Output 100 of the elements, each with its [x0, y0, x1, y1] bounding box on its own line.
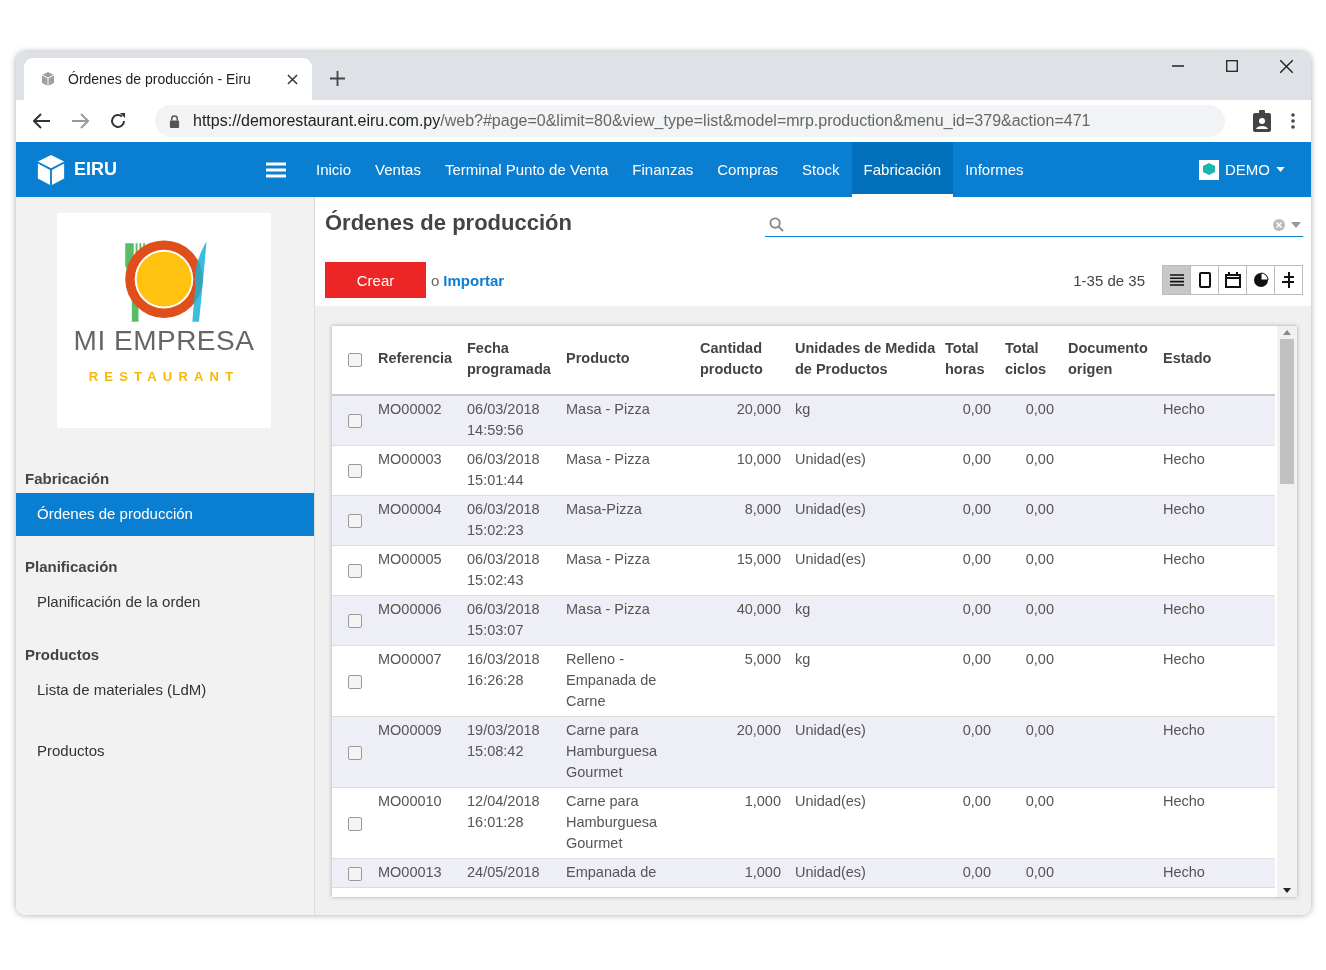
- table-cell: Relleno - Empanada de Carne: [566, 645, 700, 717]
- table-cell: kg: [795, 395, 945, 446]
- table-cell: 0,00: [1005, 445, 1068, 496]
- browser-tab[interactable]: Órdenes de producción - Eiru: [24, 58, 312, 100]
- table-cell: MO00007: [378, 645, 467, 717]
- table-cell: 1,000: [700, 787, 795, 859]
- table-cell: 06/03/2018 15:01:44: [467, 445, 566, 496]
- table-cell: Carne para Hamburguesa Gourmet: [566, 716, 700, 788]
- gantt-icon: [1281, 272, 1296, 288]
- sidebar-item[interactable]: Planificación de la orden: [16, 581, 314, 624]
- sidebar-item[interactable]: Productos: [16, 730, 314, 773]
- row-checkbox[interactable]: [348, 614, 362, 629]
- table-cell: Hecho: [1163, 716, 1275, 788]
- scrollbar[interactable]: [1277, 326, 1297, 897]
- user-menu[interactable]: DEMO: [1199, 142, 1311, 197]
- row-checkbox[interactable]: [348, 464, 362, 479]
- table-cell: 19/03/2018 15:08:42: [467, 716, 566, 788]
- maximize-icon[interactable]: [1226, 60, 1238, 72]
- back-arrow-icon[interactable]: [33, 113, 51, 129]
- table-cell: 15,000: [700, 545, 795, 596]
- calendar-view-button[interactable]: [1218, 265, 1247, 295]
- table-cell: 0,00: [945, 445, 1005, 496]
- table-cell: Empanada de: [566, 858, 700, 888]
- nav-item[interactable]: Compras: [705, 142, 791, 197]
- lock-icon: [169, 114, 180, 128]
- table-cell: 0,00: [945, 858, 1005, 888]
- table-cell: 0,00: [1005, 495, 1068, 546]
- sidebar-item[interactable]: Lista de materiales (LdM): [16, 669, 314, 712]
- row-checkbox[interactable]: [348, 816, 362, 831]
- table-cell: Masa-Pizza: [566, 495, 700, 546]
- close-icon[interactable]: [287, 73, 298, 85]
- scroll-down-icon[interactable]: [1283, 888, 1291, 893]
- select-all-checkbox[interactable]: [348, 353, 362, 368]
- table-cell: 20,000: [700, 716, 795, 788]
- kebab-menu-icon[interactable]: [1291, 113, 1295, 129]
- section-heading: Planificación: [24, 557, 119, 577]
- address-bar[interactable]: https://demorestaurant.eiru.com.py/web?#page=0&limit=80&view_type=list&model=mrp.production&menu_id=379&action=471: [155, 105, 1225, 137]
- dropdown-caret-icon[interactable]: [1291, 221, 1301, 228]
- nav-item[interactable]: Terminal Punto de Venta: [432, 142, 621, 197]
- nav-item[interactable]: Ventas: [363, 142, 433, 197]
- list-view-button[interactable]: [1162, 265, 1191, 295]
- table-cell: MO00006: [378, 595, 467, 646]
- search-icon: [769, 217, 784, 232]
- reload-icon[interactable]: [109, 112, 127, 130]
- table-cell: Masa - Pizza: [566, 445, 700, 496]
- company-tagline: RESTAURANT: [88, 369, 240, 384]
- menu-icon[interactable]: [266, 161, 286, 178]
- table-cell: Unidad(es): [795, 716, 945, 788]
- nav-item[interactable]: Finanzas: [620, 142, 706, 197]
- company-name: MI EMPRESA: [73, 325, 255, 357]
- row-checkbox[interactable]: [348, 674, 362, 689]
- nav-item[interactable]: Informes: [953, 142, 1036, 197]
- plus-icon[interactable]: [330, 71, 345, 86]
- table-cell: kg: [795, 595, 945, 646]
- scroll-up-icon[interactable]: [1283, 330, 1291, 335]
- scrollbar-thumb[interactable]: [1280, 339, 1294, 484]
- sidebar-item[interactable]: Órdenes de producción: [16, 493, 314, 536]
- row-checkbox[interactable]: [348, 564, 362, 579]
- row-checkbox[interactable]: [348, 745, 362, 760]
- avatar-icon: [1199, 159, 1219, 180]
- table-cell: 0,00: [945, 716, 1005, 788]
- table-cell: Masa - Pizza: [566, 545, 700, 596]
- table-cell: Hecho: [1163, 595, 1275, 646]
- brand-name: EIRU: [74, 159, 117, 180]
- row-checkbox[interactable]: [348, 514, 362, 529]
- close-icon[interactable]: [1280, 60, 1293, 73]
- calendar-icon: [1224, 272, 1241, 288]
- forward-arrow-icon[interactable]: [71, 113, 89, 129]
- caret-icon: [1276, 167, 1285, 172]
- url-text: https://demorestaurant.eiru.com.py/web?#page=0&limit=80&view_type=list&model=mrp.production&menu_id=379&action=471: [193, 112, 1091, 130]
- graph-view-button[interactable]: [1246, 265, 1275, 295]
- form-view-button[interactable]: [1190, 265, 1219, 295]
- create-button[interactable]: Crear: [325, 262, 426, 298]
- table-cell: MO00004: [378, 495, 467, 546]
- gantt-view-button[interactable]: [1274, 265, 1303, 295]
- table-cell: 0,00: [945, 787, 1005, 859]
- table-cell: Hecho: [1163, 395, 1275, 446]
- nav-item[interactable]: Fabricación: [851, 142, 954, 197]
- row-checkbox[interactable]: [348, 866, 362, 881]
- nav-item[interactable]: Stock: [790, 142, 852, 197]
- table-cell: 0,00: [1005, 545, 1068, 596]
- table-cell: 0,00: [945, 595, 1005, 646]
- pie-chart-icon: [1252, 272, 1269, 288]
- table-cell: 06/03/2018 15:02:23: [467, 495, 566, 546]
- table-cell: Unidad(es): [795, 787, 945, 859]
- nav-item[interactable]: Inicio: [304, 142, 364, 197]
- table-cell: 40,000: [700, 595, 795, 646]
- table-cell: MO00013: [378, 858, 467, 888]
- table-cell: 0,00: [945, 495, 1005, 546]
- table-cell: 16/03/2018 16:26:28: [467, 645, 566, 717]
- table-cell: Hecho: [1163, 858, 1275, 888]
- table-cell: MO00009: [378, 716, 467, 788]
- row-checkbox[interactable]: [348, 414, 362, 429]
- table-cell: 0,00: [1005, 787, 1068, 859]
- table-cell: Hecho: [1163, 545, 1275, 596]
- cube-icon: [40, 71, 56, 87]
- table-cell: Hecho: [1163, 645, 1275, 717]
- import-link[interactable]: Importar: [439, 271, 505, 289]
- table-cell: 24/05/2018: [467, 858, 566, 888]
- profile-badge-icon[interactable]: [1253, 110, 1271, 132]
